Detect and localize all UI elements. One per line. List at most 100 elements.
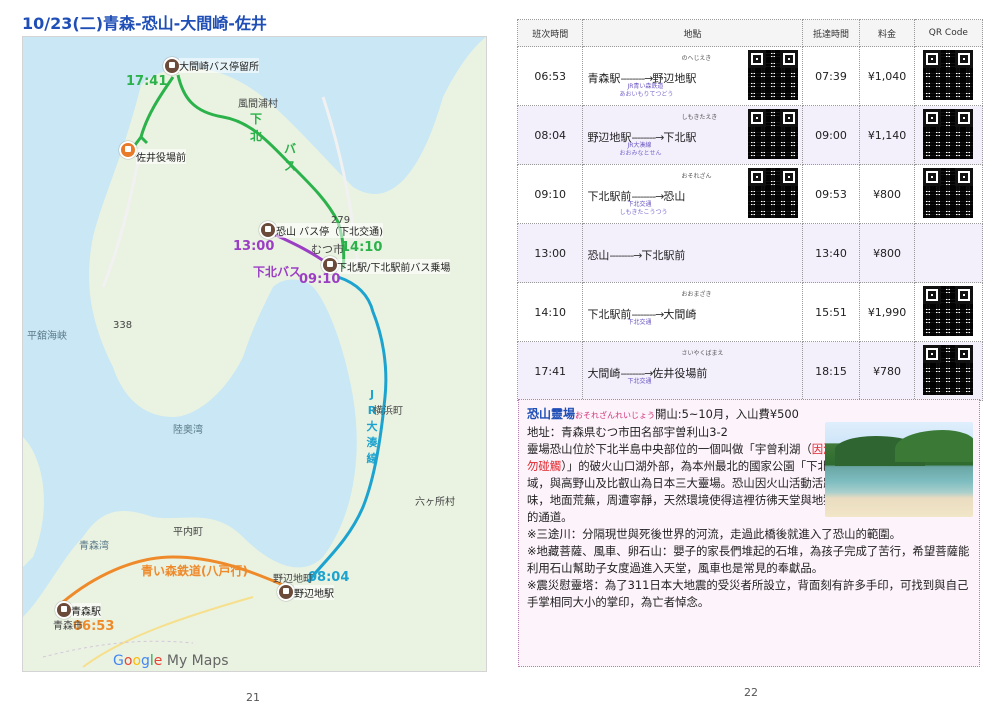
route-to: 恐山 (663, 190, 686, 203)
schedule-table: 班次時間 地點 抵達時間 料金 QR Code 06:53 のへじえき 青森駅 ---… (516, 19, 984, 401)
route-ruby: のへじえき (681, 55, 712, 62)
google-logo: Google My Maps (113, 653, 229, 669)
route-qr-code-icon[interactable] (747, 168, 798, 218)
page-title: 10/23(二)青森-恐山-大間崎-佐井 (22, 14, 267, 33)
header-depart: 班次時間 (516, 19, 584, 47)
qr-code-icon[interactable] (923, 167, 974, 218)
place-mutsu-bay: 陸奥湾 (173, 425, 203, 436)
table-header-row: 班次時間 地點 抵達時間 料金 QR Code (516, 19, 984, 47)
header-arrive: 抵達時間 (801, 19, 861, 47)
stop-oma-label: 大間崎バス停留所 (179, 58, 259, 73)
time-0910: 09:10 (299, 272, 341, 287)
stop-noheji-icon[interactable] (277, 583, 295, 601)
route-cell: 恐山--------→下北駅前 (582, 223, 803, 283)
table-row: 17:41 さいやくばまえ 大間崎--------→佐井役場前 下北交通 18:15 ¥7… (516, 341, 984, 401)
route-from: 恐山 (587, 249, 610, 262)
arrive-time: 18:15 (801, 341, 861, 401)
table-row: 06:53 のへじえき 青森駅--------→野辺地駅 JR青い森鉄道 あおいもりてつ… (516, 46, 984, 106)
stop-shimokita-label: 下北駅/下北駅前バス乗場 (337, 259, 451, 274)
route-from: 下北駅前 (587, 190, 632, 203)
route-cell: さいやくばまえ 大間崎--------→佐井役場前 下北交通 (582, 341, 803, 401)
route-text: 恐山--------→下北駅前 (587, 249, 685, 262)
qr-code-icon[interactable] (923, 108, 974, 159)
route-cell: しもきたえき 野辺地駅--------→下北駅 JR大湊線 おおみなとせん (582, 105, 803, 165)
place-yokohama: 横浜町 (373, 406, 403, 417)
route-line: 下北交通 (627, 319, 652, 326)
route-map[interactable]: 大間崎バス停留所 佐井役場前 恐山 バス停（下北交通) 下北駅/下北駅前バス乗場… (22, 36, 487, 672)
depart-time: 17:41 (516, 341, 584, 401)
route-from: 下北駅前 (587, 308, 632, 321)
qr-cell (913, 341, 984, 401)
fare: ¥780 (859, 341, 915, 401)
stop-sai-label: 佐井役場前 (136, 149, 186, 164)
place-rokkasho: 六ヶ所村 (415, 497, 455, 508)
route-to: 下北駅 (663, 131, 697, 144)
qr-cell (913, 164, 984, 224)
time-1300: 13:00 (233, 239, 275, 254)
route-line: 下北交通 (627, 378, 652, 385)
place-mutsu: むつ市 (311, 243, 344, 256)
info-title: 恐山靈場 (527, 407, 576, 421)
place-kazamaura: 風間浦村 (238, 99, 278, 110)
route-from: 青森駅 (587, 72, 621, 85)
arrive-time: 09:00 (801, 105, 861, 165)
osorezan-lake-photo (825, 422, 973, 517)
fare: ¥800 (859, 223, 915, 283)
page-number-right: 22 (744, 686, 758, 699)
qr-cell (913, 223, 984, 283)
qr-cell (913, 46, 984, 106)
stop-osorezan-label: 恐山 バス停（下北交通) (276, 223, 384, 238)
road-number: 338 (113, 320, 133, 331)
time-1410: 14:10 (341, 240, 383, 255)
fare: ¥1,140 (859, 105, 915, 165)
place-hiradate: 平舘海峡 (27, 331, 67, 342)
info-title-ruby: おそれざんれいじょう (575, 411, 656, 420)
place-aomori-city: 青森市 (53, 621, 83, 632)
arrive-time: 13:40 (801, 223, 861, 283)
stop-sai-icon[interactable] (119, 141, 137, 159)
time-1741: 17:41 (126, 74, 168, 89)
qr-code-icon[interactable] (923, 344, 974, 395)
qr-code-icon[interactable] (923, 285, 974, 336)
stop-aomori-label: 青森駅 (71, 603, 101, 618)
qr-cell (913, 105, 984, 165)
table-row: 13:00 恐山--------→下北駅前 13:40 ¥800 (516, 223, 984, 283)
fare: ¥1,990 (859, 282, 915, 342)
route-line-ruby: あおいもりてつどう (619, 91, 674, 98)
header-fare: 料金 (859, 19, 915, 47)
route-line-ruby: しもきたこうつう (619, 209, 668, 216)
arrive-time: 07:39 (801, 46, 861, 106)
table-row: 09:10 おそれざん 下北駅前--------→恐山 下北交通 しもきたこうつう 09:… (516, 164, 984, 224)
depart-time: 08:04 (516, 105, 584, 165)
route-shimokita-bus-vertical: 下 北 (249, 112, 262, 143)
route-cell: おそれざん 下北駅前--------→恐山 下北交通 しもきたこうつう (582, 164, 803, 224)
route-arrow-icon: --------→ (609, 249, 642, 262)
arrive-time: 09:53 (801, 164, 861, 224)
header-qr: QR Code (913, 19, 984, 47)
route-shimokita-bus-label: 下北バス (253, 265, 302, 279)
route-line-ruby: おおみなとせん (619, 150, 662, 157)
place-hiranai: 平内町 (173, 527, 203, 538)
route-jr-ominato-label: J R 大 湊 線 (366, 388, 378, 465)
route-ruby: さいやくばまえ (681, 350, 724, 357)
place-noheji-town: 野辺地町 (273, 574, 313, 585)
info-title-tail: 開山:5~10月，入山費¥500 (655, 407, 799, 421)
route-qr-code-icon[interactable] (747, 109, 798, 159)
info-note-jizo: ※地藏菩薩、風車、卵石山：嬰子的家長們堆起的石堆，為孩子完成了苦行，希望菩薩能利… (527, 544, 970, 575)
route-ruby: おおまざき (681, 291, 712, 298)
stop-osorezan-icon[interactable] (259, 221, 277, 239)
route-to: 佐井役場前 (652, 367, 708, 380)
road-number-2: 279 (331, 215, 351, 226)
table-row: 08:04 しもきたえき 野辺地駅--------→下北駅 JR大湊線 おおみなとせん 0… (516, 105, 984, 165)
route-ruby: しもきたえき (681, 114, 718, 121)
route-cell: のへじえき 青森駅--------→野辺地駅 JR青い森鉄道 あおいもりてつどう (582, 46, 803, 106)
arrive-time: 15:51 (801, 282, 861, 342)
qr-cell (913, 282, 984, 342)
header-route: 地點 (582, 19, 803, 47)
route-qr-code-icon[interactable] (747, 50, 798, 100)
route-aoimori-label: 青い森鉄道(八戸行) (141, 564, 248, 578)
route-to: 下北駅前 (641, 249, 686, 262)
qr-code-icon[interactable] (923, 49, 974, 100)
route-to: 大間崎 (663, 308, 697, 321)
fare: ¥800 (859, 164, 915, 224)
